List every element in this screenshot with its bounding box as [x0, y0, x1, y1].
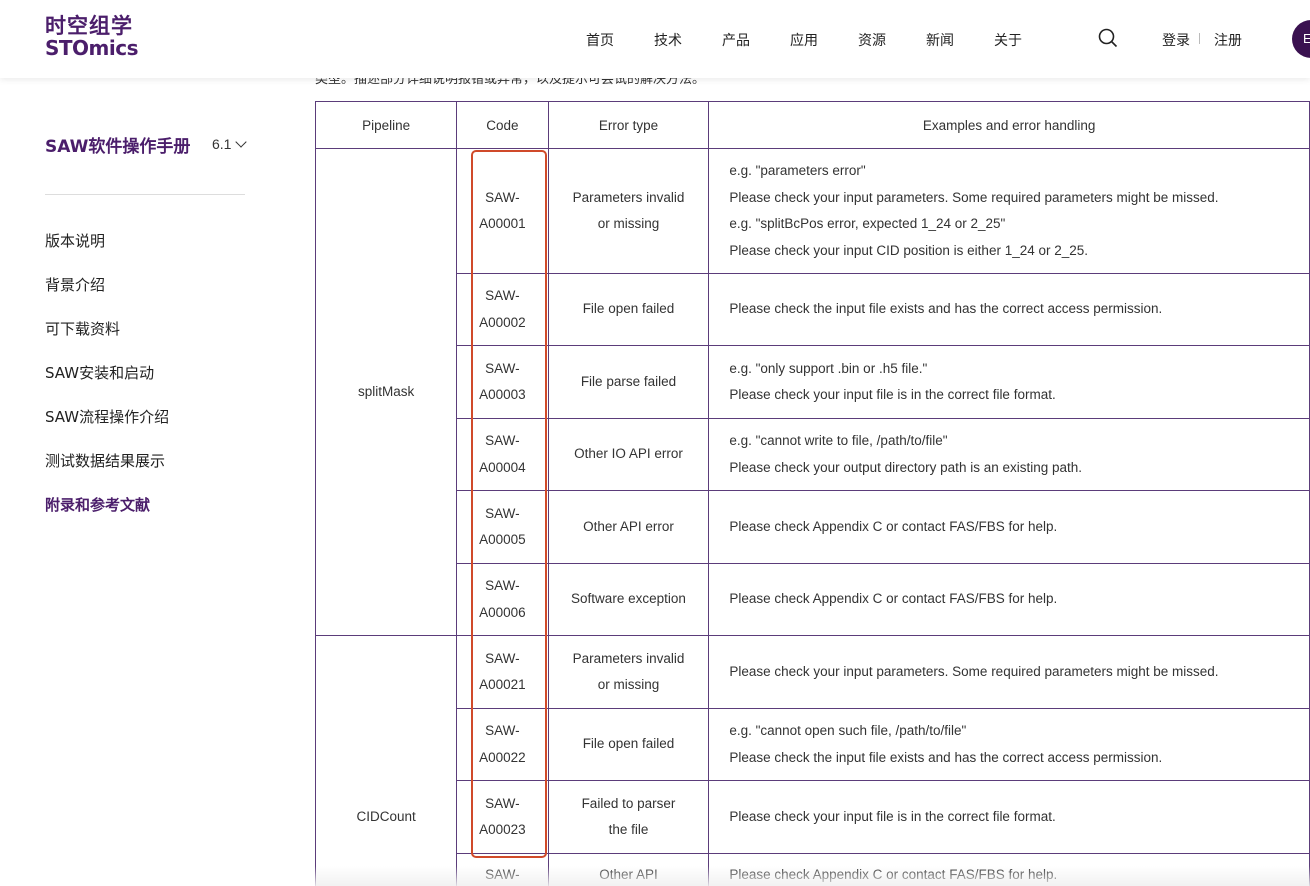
header-divider	[1199, 33, 1200, 44]
pipeline-cell: splitMask	[314, 148, 458, 636]
error-code-table: Pipeline Code Error type Examples and er…	[314, 101, 1310, 886]
error-type-text: File open failed	[582, 301, 675, 317]
examples-cell: Please check Appendix C or contact FAS/F…	[708, 490, 1310, 564]
sidebar-nav: 版本说明 背景介绍 可下载资料 SAW安装和启动 SAW流程操作介绍 测试数据结…	[45, 230, 169, 538]
error-type-text: Other IO API error	[574, 446, 683, 462]
table-header-row: Pipeline Code Error type Examples and er…	[314, 101, 1310, 149]
table-row: SAW- A00023 Failed to parser the file Please…	[316, 780, 1310, 854]
table-row: SAW- A00006 Software exception Please check…	[316, 563, 1310, 636]
examples-cell: Please check Appendix C or contact FAS/F…	[708, 563, 1310, 636]
nav-home[interactable]: 首页	[586, 30, 654, 50]
version-value: 6.1	[212, 136, 232, 152]
nav-technology[interactable]: 技术	[654, 30, 722, 50]
site-header: 时空组学 STOmics 首页 技术 产品 应用 资源 新闻 关于 登录 注册 …	[0, 0, 1310, 78]
sidebar-item-workflow[interactable]: SAW流程操作介绍	[45, 406, 169, 450]
nav-about[interactable]: 关于	[994, 30, 1062, 50]
table-row: CIDCount SAW- A00021 Parameters invalid or m…	[314, 635, 1310, 886]
example-text: e.g. "parameters error"	[729, 163, 866, 178]
error-type-text: Parameters invalid	[572, 650, 685, 666]
logo-en: STOmics	[45, 36, 139, 60]
nav-products[interactable]: 产品	[722, 30, 790, 50]
example-text: Please check your input file is in the c…	[729, 387, 1056, 402]
error-type-text: Parameters invalid	[572, 189, 685, 205]
sidebar-item-install[interactable]: SAW安装和启动	[45, 362, 169, 406]
version-select[interactable]: 6.1	[212, 136, 248, 152]
pipeline-cell: CIDCount	[314, 635, 458, 886]
sidebar-item-background[interactable]: 背景介绍	[45, 274, 169, 318]
error-type-cell: Other IO API error	[547, 418, 710, 491]
sidebar-item-downloads[interactable]: 可下载资料	[45, 318, 169, 362]
error-type-text: File parse failed	[580, 373, 677, 389]
examples-cell: Please check your input file is in the c…	[708, 780, 1310, 854]
table-body: splitMask SAW- A00001 Parameters invalid or …	[314, 148, 1310, 886]
sidebar-item-appendix[interactable]: 附录和参考文献	[45, 494, 169, 538]
example-text: Please check Appendix C or contact FAS/F…	[729, 591, 1058, 607]
example-text: e.g. "splitBcPos error, expected 1_24 or…	[729, 216, 1006, 231]
sidebar-divider	[45, 194, 245, 195]
stomics-logo[interactable]: 时空组学 STOmics	[45, 14, 139, 60]
login-link[interactable]: 登录	[1162, 30, 1190, 50]
error-type-cell: Software exception	[547, 563, 710, 636]
error-type-text: or missing	[597, 677, 660, 692]
example-text: Please check the input file exists and h…	[729, 749, 1163, 765]
examples-cell: Please check your input parameters. Some…	[708, 635, 1310, 709]
search-icon[interactable]	[1098, 28, 1118, 48]
header-pipeline: Pipeline	[314, 101, 458, 149]
error-type-text: File open failed	[582, 736, 675, 752]
sidebar-item-test-results[interactable]: 测试数据结果展示	[45, 450, 169, 494]
main-nav: 首页 技术 产品 应用 资源 新闻 关于	[586, 30, 1062, 50]
example-text: e.g. "only support .bin or .h5 file."	[729, 360, 928, 376]
register-link[interactable]: 注册	[1214, 30, 1242, 50]
error-type-text: Software exception	[571, 591, 686, 607]
logo-cn: 时空组学	[45, 14, 133, 38]
example-text: e.g. "cannot open such file, /path/to/fi…	[729, 723, 967, 738]
table-row: SAW- A00003 File parse failed e.g. "only su…	[316, 345, 1310, 419]
table-row: splitMask SAW- A00001 Parameters invalid or …	[314, 148, 1310, 636]
error-type-cell: Other API error	[547, 490, 710, 564]
examples-cell: e.g. "cannot open such file, /path/to/fi…	[708, 708, 1310, 781]
header-code: Code	[456, 101, 549, 149]
example-text: Please check your output directory path …	[729, 459, 1083, 475]
code-column-highlight	[471, 150, 547, 858]
example-text: Please check your input parameters. Some…	[729, 189, 1219, 205]
table-row: SAW- A00005 Other API error Please check Ap…	[316, 490, 1310, 564]
error-type-cell: Parameters invalid or missing	[547, 148, 710, 274]
examples-cell: Please check the input file exists and h…	[708, 273, 1310, 346]
example-text: e.g. "cannot write to file, /path/to/fil…	[729, 433, 948, 448]
example-text: Please check Appendix C or contact FAS/F…	[729, 518, 1058, 534]
error-type-cell: File parse failed	[547, 345, 710, 419]
example-text: Please check the input file exists and h…	[729, 301, 1163, 317]
manual-title: SAW软件操作手册	[45, 137, 191, 157]
table-row: SAW- A00004 Other IO API error e.g. "cannot…	[316, 418, 1310, 491]
language-button[interactable]: E	[1292, 20, 1310, 58]
nav-news[interactable]: 新闻	[926, 30, 994, 50]
chevron-down-icon	[235, 136, 248, 148]
example-text: Please check your input file is in the c…	[729, 808, 1056, 824]
error-type-text: Failed to parser	[581, 795, 676, 811]
header-error-type: Error type	[547, 101, 710, 149]
error-type-cell: Parameters invalid or missing	[547, 635, 710, 709]
error-type-cell: File open failed	[547, 273, 710, 346]
header-examples: Examples and error handling	[708, 101, 1310, 149]
error-type-text: Other API error	[583, 518, 674, 534]
nav-applications[interactable]: 应用	[790, 30, 858, 50]
error-type-cell: File open failed	[547, 708, 710, 781]
table-row: SAW- A00002 File open failed Please check t…	[316, 273, 1310, 346]
sidebar-item-release-notes[interactable]: 版本说明	[45, 230, 169, 274]
bottom-fade	[315, 866, 1310, 886]
table-row: SAW- A00022 File open failed e.g. "cannot o…	[316, 708, 1310, 781]
example-text: Please check your input parameters. Some…	[729, 663, 1219, 679]
error-type-text: or missing	[597, 216, 660, 231]
examples-cell: e.g. "parameters error" Please check your…	[708, 148, 1310, 274]
error-type-cell: Failed to parser the file	[547, 780, 710, 854]
examples-cell: e.g. "cannot write to file, /path/to/fil…	[708, 418, 1310, 491]
example-text: Please check your input CID position is …	[729, 242, 1089, 258]
error-type-text: the file	[608, 822, 649, 837]
examples-cell: e.g. "only support .bin or .h5 file." Ple…	[708, 345, 1310, 419]
nav-resources[interactable]: 资源	[858, 30, 926, 50]
